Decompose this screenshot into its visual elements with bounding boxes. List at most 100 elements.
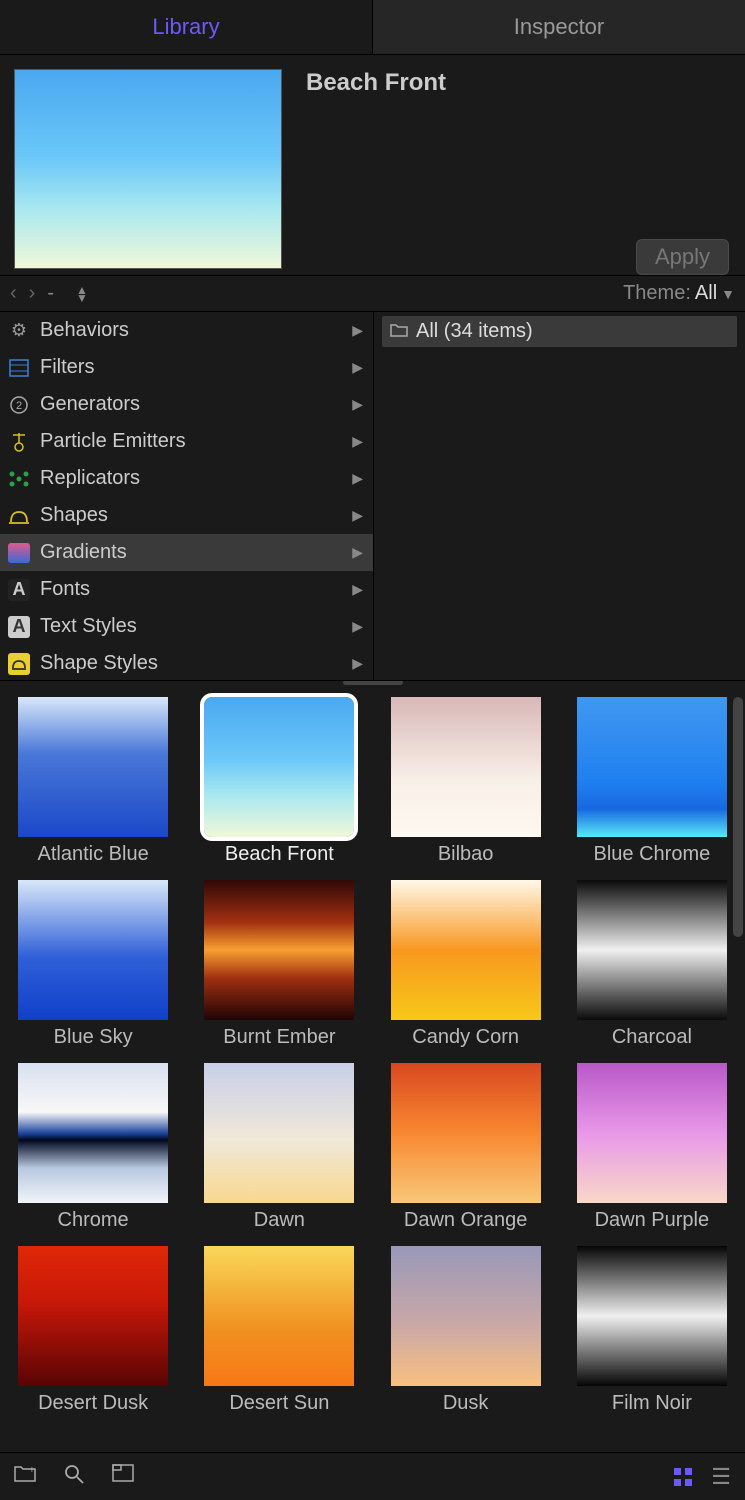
gradient-swatch: [18, 880, 168, 1020]
gradient-swatch: [204, 880, 354, 1020]
gradient-label: Blue Sky: [10, 1026, 176, 1049]
font-icon: A: [6, 577, 32, 603]
shape-icon: [6, 503, 32, 529]
category-replicators[interactable]: Replicators ▶: [0, 460, 373, 497]
category-label: Filters: [40, 356, 94, 379]
category-particle-emitters[interactable]: Particle Emitters▶: [0, 423, 373, 460]
theme-dropdown[interactable]: All: [695, 282, 717, 305]
preview-thumbnail: [14, 69, 282, 269]
category-shape-styles[interactable]: Shape Styles▶: [0, 645, 373, 680]
filmstrip-icon: [6, 355, 32, 381]
gradient-icon: [6, 540, 32, 566]
gradient-tile-dusk[interactable]: Dusk: [383, 1246, 549, 1415]
chevron-right-icon: ▶: [352, 322, 363, 339]
subfolder-label: All (34 items): [416, 320, 533, 343]
gradient-swatch: [18, 1063, 168, 1203]
window-icon[interactable]: [112, 1464, 134, 1490]
category-shapes[interactable]: Shapes ▶: [0, 497, 373, 534]
gradient-label: Beach Front: [196, 843, 362, 866]
gradient-label: Dusk: [383, 1392, 549, 1415]
chevron-right-icon: ▶: [352, 581, 363, 598]
svg-text:2: 2: [16, 400, 22, 412]
gradient-swatch: [391, 880, 541, 1020]
gradient-swatch: [391, 1063, 541, 1203]
preview-area: Beach Front Apply: [0, 55, 745, 275]
category-column: ⚙Behaviors▶Filters▶2Generators▶Particle …: [0, 312, 374, 680]
gradient-tile-film-noir[interactable]: Film Noir: [569, 1246, 735, 1415]
category-label: Replicators: [40, 467, 140, 490]
gradient-tile-blue-chrome[interactable]: Blue Chrome: [569, 697, 735, 866]
gradient-tile-chrome[interactable]: Chrome: [10, 1063, 176, 1232]
gradient-label: Candy Corn: [383, 1026, 549, 1049]
category-generators[interactable]: 2 Generators ▶: [0, 386, 373, 423]
chevron-right-icon: ▶: [352, 396, 363, 413]
list-view-icon[interactable]: ☰: [711, 1464, 731, 1490]
top-tabs: Library Inspector: [0, 0, 745, 55]
text-style-icon: A: [6, 614, 32, 640]
tab-inspector[interactable]: Inspector: [372, 0, 745, 54]
replicator-icon: [6, 466, 32, 492]
gear-icon: ⚙: [6, 318, 32, 344]
gradient-label: Desert Sun: [196, 1392, 362, 1415]
scrollbar-thumb[interactable]: [733, 697, 743, 937]
chevron-right-icon: ▶: [352, 544, 363, 561]
chevron-right-icon: ▶: [352, 470, 363, 487]
gradient-label: Dawn Purple: [569, 1209, 735, 1232]
footer-toolbar: + ☰: [0, 1452, 745, 1500]
folder-icon: [390, 321, 408, 342]
category-fonts[interactable]: AFonts▶: [0, 571, 373, 608]
gradient-grid-area: Atlantic Blue Beach Front Bilbao Blue Chrom…: [0, 681, 745, 1452]
gradient-swatch: [204, 1063, 354, 1203]
gradient-label: Bilbao: [383, 843, 549, 866]
gradient-label: Desert Dusk: [10, 1392, 176, 1415]
category-label: Shape Styles: [40, 652, 158, 675]
path-stepper[interactable]: ▲▼: [76, 286, 88, 302]
nav-back-icon[interactable]: ‹: [10, 282, 17, 305]
tab-library[interactable]: Library: [0, 0, 372, 54]
gradient-swatch: [577, 1246, 727, 1386]
library-browser: ⚙Behaviors▶Filters▶2Generators▶Particle …: [0, 311, 745, 681]
category-gradients[interactable]: Gradients ▶: [0, 534, 373, 571]
gradient-label: Blue Chrome: [569, 843, 735, 866]
gradient-tile-bilbao[interactable]: Bilbao: [383, 697, 549, 866]
gradient-swatch: [391, 697, 541, 837]
gradient-tile-dawn-orange[interactable]: Dawn Orange: [383, 1063, 549, 1232]
chevron-right-icon: ▶: [352, 618, 363, 635]
gradient-tile-desert-dusk[interactable]: Desert Dusk: [10, 1246, 176, 1415]
gradient-label: Atlantic Blue: [10, 843, 176, 866]
gradient-tile-dawn[interactable]: Dawn: [196, 1063, 362, 1232]
resize-handle[interactable]: [343, 681, 403, 685]
gradient-tile-atlantic-blue[interactable]: Atlantic Blue: [10, 697, 176, 866]
gradient-tile-blue-sky[interactable]: Blue Sky: [10, 880, 176, 1049]
gradient-swatch: [577, 1063, 727, 1203]
nav-forward-icon[interactable]: ›: [29, 282, 36, 305]
subcategory-column: All (34 items): [374, 312, 745, 680]
preview-title: Beach Front: [282, 69, 446, 269]
grid-view-icon[interactable]: [673, 1467, 693, 1487]
new-folder-icon[interactable]: +: [14, 1464, 36, 1490]
gradient-tile-burnt-ember[interactable]: Burnt Ember: [196, 880, 362, 1049]
theme-label: Theme:: [623, 282, 691, 305]
category-text-styles[interactable]: AText Styles▶: [0, 608, 373, 645]
gradient-tile-candy-corn[interactable]: Candy Corn: [383, 880, 549, 1049]
gradient-swatch: [18, 697, 168, 837]
category-label: Shapes: [40, 504, 108, 527]
chevron-down-icon[interactable]: ▼: [721, 286, 735, 302]
search-icon[interactable]: [64, 1464, 84, 1490]
chevron-right-icon: ▶: [352, 507, 363, 524]
category-filters[interactable]: Filters▶: [0, 349, 373, 386]
category-label: Generators: [40, 393, 140, 416]
gradient-label: Dawn: [196, 1209, 362, 1232]
gradient-label: Chrome: [10, 1209, 176, 1232]
apply-button[interactable]: Apply: [636, 239, 729, 275]
category-behaviors[interactable]: ⚙ Behaviors ▶: [0, 312, 373, 349]
category-label: Behaviors: [40, 319, 129, 342]
gradient-tile-dawn-purple[interactable]: Dawn Purple: [569, 1063, 735, 1232]
gradient-swatch: [18, 1246, 168, 1386]
category-label: Gradients: [40, 541, 127, 564]
gradient-tile-beach-front[interactable]: Beach Front: [196, 697, 362, 866]
chevron-right-icon: ▶: [352, 433, 363, 450]
gradient-tile-charcoal[interactable]: Charcoal: [569, 880, 735, 1049]
subfolder-all[interactable]: All (34 items): [382, 316, 737, 347]
gradient-tile-desert-sun[interactable]: Desert Sun: [196, 1246, 362, 1415]
